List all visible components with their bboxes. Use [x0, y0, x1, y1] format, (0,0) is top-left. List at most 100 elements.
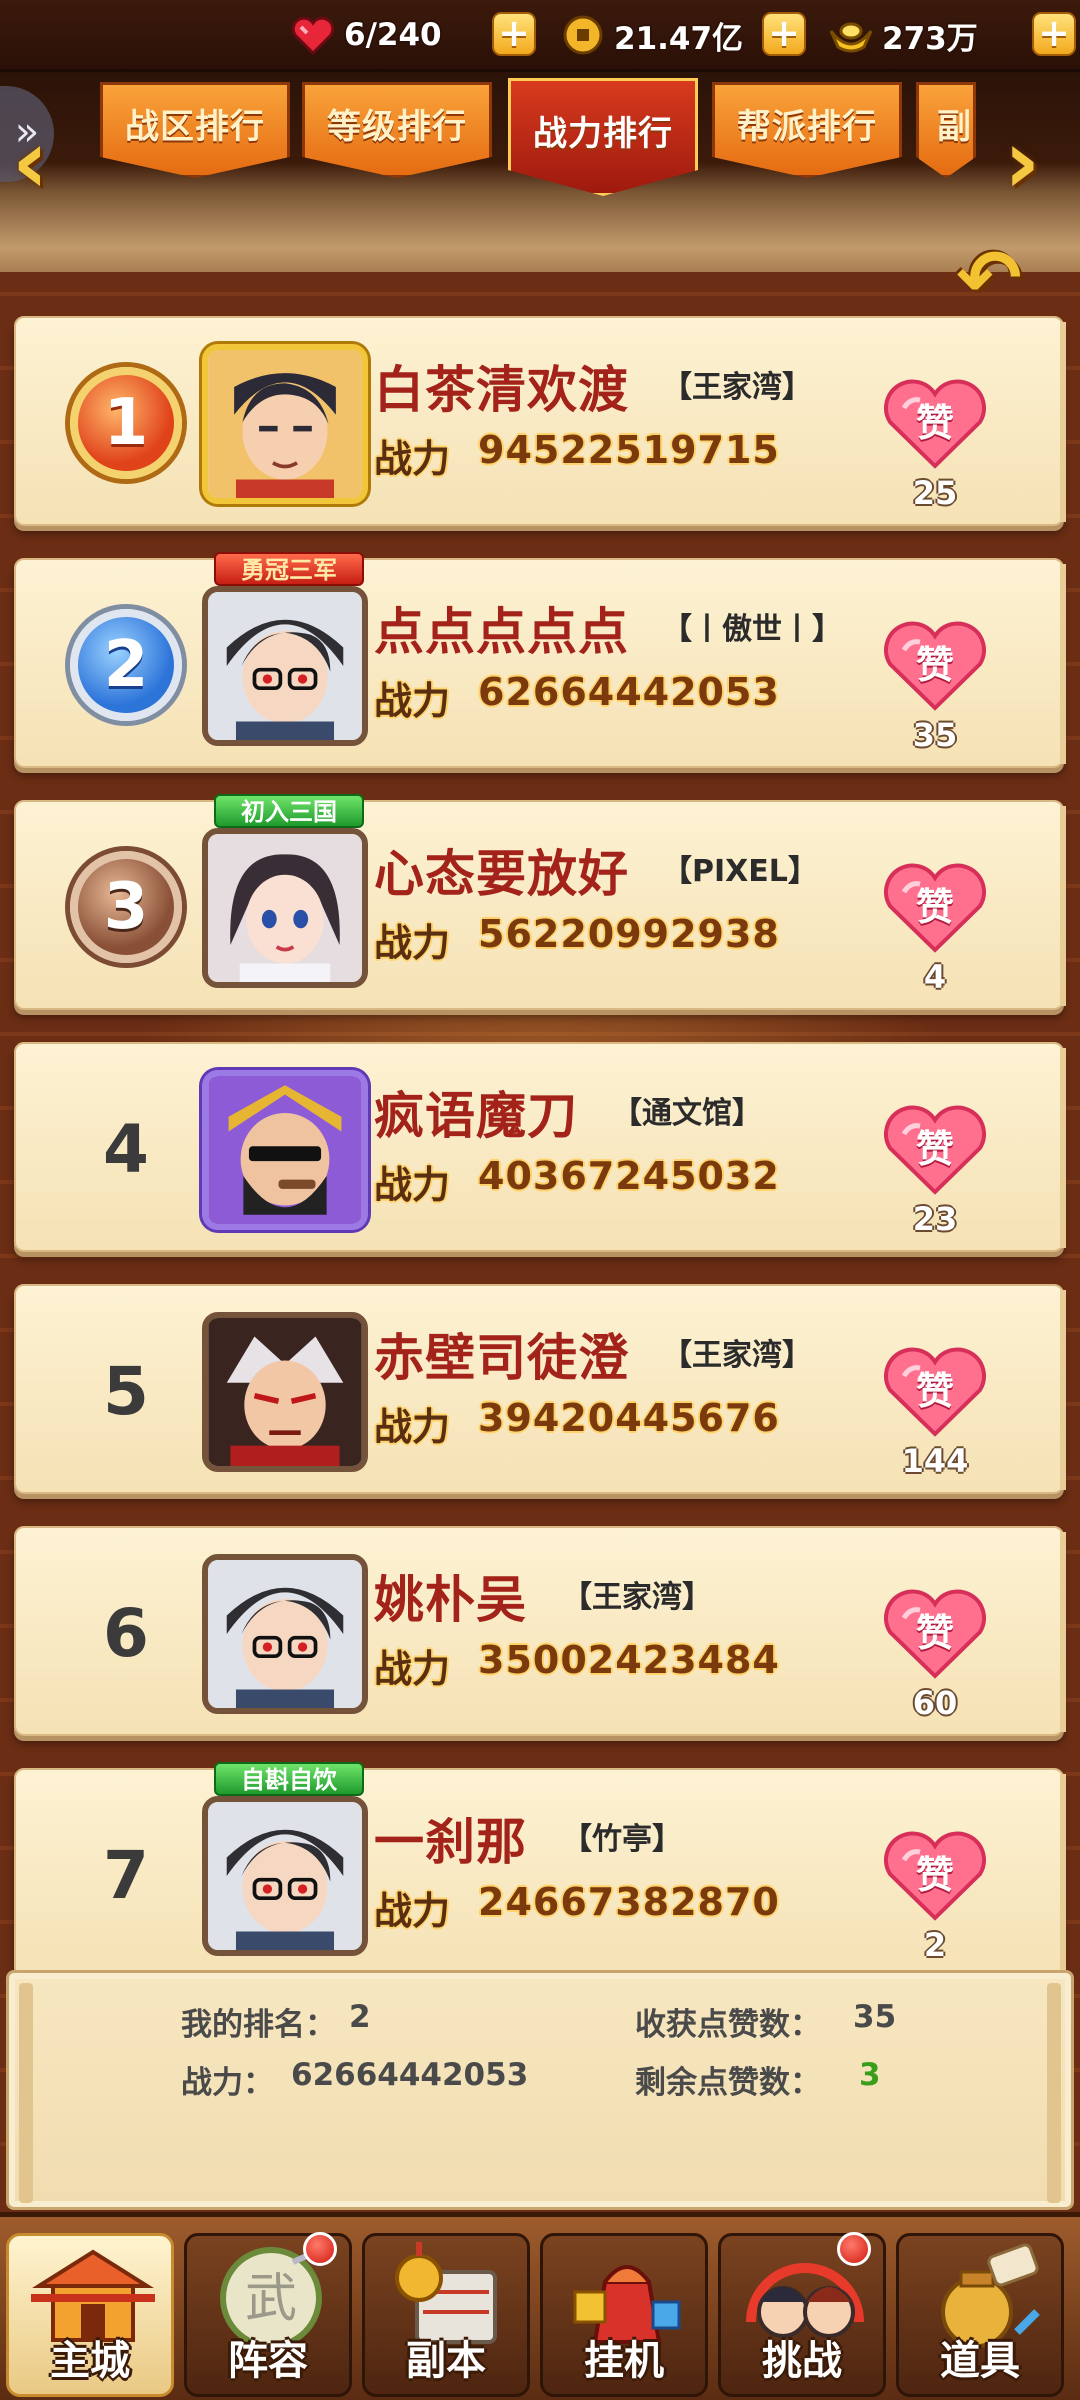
- like-button[interactable]: 赞: [882, 1104, 988, 1200]
- power-value: 35002423484: [478, 1638, 780, 1682]
- player-name: 疯语魔刀: [374, 1087, 578, 1145]
- add-stamina-button[interactable]: +: [492, 12, 536, 56]
- my-rank-label: 我的排名：: [181, 2007, 336, 2043]
- ranking-row[interactable]: 3 初入三国 心态要放好 【PIXEL】 战力 56220992938 赞 4: [14, 794, 1066, 1010]
- avatar[interactable]: [202, 586, 368, 746]
- guild-name: 【王家湾】: [662, 370, 812, 405]
- power-value: 62664442053: [478, 670, 780, 714]
- gold-medal-icon: 1: [70, 367, 182, 479]
- stamina-display: 6/240: [290, 10, 442, 60]
- like-button[interactable]: 赞: [882, 1346, 988, 1442]
- rank-number: 6: [103, 1594, 149, 1672]
- guild-name: 【丨傲世丨】: [662, 612, 842, 647]
- like-button[interactable]: 赞: [882, 378, 988, 474]
- nav-dungeon[interactable]: 副本: [362, 2233, 530, 2397]
- avatar[interactable]: [202, 1070, 368, 1230]
- ranking-row[interactable]: 6 姚朴吴 【王家湾】 战力 35002423484 赞 60: [14, 1526, 1066, 1736]
- rank-medal: 1: [36, 328, 216, 518]
- nav-main-city[interactable]: 主城: [6, 2233, 174, 2397]
- rank-medal: 3: [36, 812, 216, 1002]
- bronze-medal-icon: 3: [70, 851, 182, 963]
- tab-dungeon-ranking[interactable]: 副: [916, 82, 976, 178]
- nav-items[interactable]: 道具: [896, 2233, 1064, 2397]
- copper-coin-icon: [560, 12, 606, 58]
- power-label: 战力: [374, 437, 451, 481]
- notification-dot: [303, 2232, 337, 2266]
- bottom-nav: 主城 武 阵容 副本 挂机 挑战 道具: [0, 2212, 1080, 2400]
- like-button[interactable]: 赞: [882, 1588, 988, 1684]
- notification-dot: [837, 2232, 871, 2266]
- back-arrow-button[interactable]: ↶: [936, 236, 1042, 326]
- title-tag: 初入三国: [214, 794, 364, 828]
- coins-display: 21.47亿: [560, 10, 743, 60]
- player-name: 点点点点点: [374, 603, 629, 661]
- chevron-right-icon[interactable]: ›: [1004, 110, 1040, 213]
- ranking-tab-strip: 战区排行 等级排行 战力排行 帮派排行 副: [0, 72, 1080, 272]
- like-button[interactable]: 赞: [882, 620, 988, 716]
- rank-number: 5: [103, 1352, 149, 1430]
- ingots-display: 273万: [828, 10, 978, 60]
- power-label: 战力: [374, 921, 451, 965]
- resource-bar: 6/240 + 21.47亿 + 273万 +: [0, 0, 1080, 72]
- power-value: 39420445676: [478, 1396, 780, 1440]
- tab-level-ranking[interactable]: 等级排行: [302, 82, 492, 178]
- player-name: 一刹那: [374, 1813, 527, 1871]
- nav-challenge[interactable]: 挑战: [718, 2232, 886, 2397]
- like-button[interactable]: 赞: [882, 862, 988, 958]
- my-power-value: 62664442053: [291, 2057, 529, 2093]
- nav-idle[interactable]: 挂机: [540, 2233, 708, 2397]
- guild-name: 【通文馆】: [612, 1096, 762, 1131]
- rank-number: 7: [103, 1836, 149, 1914]
- ranking-row[interactable]: 5 赤壁司徒澄 【王家湾】 战力 39420445676 赞 144: [14, 1284, 1066, 1494]
- guild-name: 【竹亭】: [562, 1822, 682, 1857]
- avatar[interactable]: [202, 828, 368, 988]
- like-count: 144: [901, 1442, 969, 1480]
- guild-name: 【PIXEL】: [662, 854, 818, 889]
- rank-number: 4: [103, 1110, 149, 1188]
- power-value: 40367245032: [478, 1154, 780, 1198]
- rank-medal: 2: [36, 570, 216, 760]
- player-name: 心态要放好: [374, 845, 629, 903]
- like-count: 23: [912, 1200, 958, 1238]
- ranking-row[interactable]: 7 自斟自饮 一刹那 【竹亭】 战力 24667382870 赞 2: [14, 1762, 1066, 1978]
- power-label: 战力: [374, 1889, 451, 1933]
- my-rank-panel: 我的排名： 2 战力： 62664442053 收获点赞数： 35 剩余点赞数：…: [6, 1970, 1074, 2210]
- add-ingots-button[interactable]: +: [1032, 12, 1076, 56]
- guild-name: 【王家湾】: [662, 1338, 812, 1373]
- power-label: 战力: [374, 1405, 451, 1449]
- ranking-row[interactable]: 2 勇冠三军 点点点点点 【丨傲世丨】 战力 62664442053 赞 35: [14, 552, 1066, 768]
- avatar[interactable]: [202, 344, 368, 504]
- chevron-left-icon[interactable]: ‹: [12, 110, 48, 213]
- silver-medal-icon: 2: [70, 609, 182, 721]
- gold-ingot-icon: [828, 12, 874, 58]
- tab-guild-ranking[interactable]: 帮派排行: [712, 82, 902, 178]
- received-likes-label: 收获点赞数：: [635, 2007, 821, 2043]
- heart-stamina-icon: [290, 12, 336, 58]
- like-button[interactable]: 赞: [882, 1830, 988, 1926]
- power-label: 战力: [374, 1163, 451, 1207]
- my-power-label: 战力：: [181, 2065, 274, 2101]
- received-likes-value: 35: [853, 1999, 897, 2035]
- player-name: 赤壁司徒澄: [374, 1329, 629, 1387]
- tab-zone-ranking[interactable]: 战区排行: [100, 82, 290, 178]
- like-count: 35: [912, 716, 958, 754]
- like-count: 25: [912, 474, 958, 512]
- add-coins-button[interactable]: +: [762, 12, 806, 56]
- avatar[interactable]: [202, 1554, 368, 1714]
- like-count: 60: [912, 1684, 958, 1722]
- guild-name: 【王家湾】: [562, 1580, 712, 1615]
- avatar[interactable]: [202, 1796, 368, 1956]
- player-name: 姚朴吴: [374, 1571, 527, 1629]
- like-count: 2: [923, 1926, 947, 1964]
- nav-lineup[interactable]: 武 阵容: [184, 2232, 352, 2397]
- power-value: 94522519715: [478, 428, 780, 472]
- my-rank-value: 2: [349, 1999, 371, 2035]
- player-name: 白茶清欢渡: [374, 361, 629, 419]
- remaining-likes-label: 剩余点赞数：: [635, 2065, 821, 2101]
- ranking-row[interactable]: 4 疯语魔刀 【通文馆】 战力 40367245032 赞 23: [14, 1042, 1066, 1252]
- ranking-row[interactable]: 1 白茶清欢渡 【王家湾】 战力 94522519715 赞 25: [14, 316, 1066, 526]
- remaining-likes-value: 3: [859, 2057, 881, 2093]
- power-value: 24667382870: [478, 1880, 780, 1924]
- tab-power-ranking[interactable]: 战力排行: [508, 78, 698, 196]
- avatar[interactable]: [202, 1312, 368, 1472]
